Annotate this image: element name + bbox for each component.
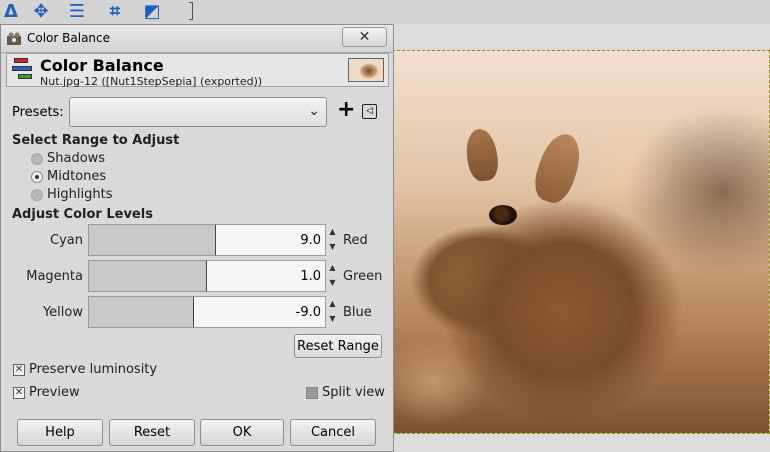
radio-midtones[interactable]: Midtones: [31, 169, 106, 184]
slider-right-label-blue: Blue: [343, 305, 372, 320]
window-title: Color Balance: [27, 31, 111, 45]
radio-indicator: [31, 188, 43, 201]
preview-checkbox[interactable]: ✕ Preview: [13, 385, 80, 400]
image-canvas[interactable]: [392, 50, 770, 434]
color-balance-dialog: Color Balance ✕ Color Balance Nut.jpg-12…: [0, 24, 394, 452]
add-preset-icon[interactable]: +: [337, 99, 355, 122]
close-icon: ✕: [358, 29, 371, 45]
select-range-title: Select Range to Adjust: [12, 133, 180, 148]
path-tool-icon[interactable]: Δ: [0, 0, 22, 22]
image-thumbnail: [348, 58, 384, 82]
slider-left-label-cyan: Cyan: [50, 233, 83, 248]
image-subtitle: Nut.jpg-12 ([Nut1StepSepia] (exported)): [40, 75, 263, 88]
color-balance-icon: [10, 58, 36, 82]
toolbar-separator: [189, 2, 193, 20]
dialog-titlebar[interactable]: Color Balance ✕: [1, 25, 393, 53]
radio-label: Highlights: [47, 187, 113, 202]
yellow-blue-slider[interactable]: -9.0: [88, 296, 326, 328]
cancel-button[interactable]: Cancel: [290, 419, 376, 446]
slider-left-label-magenta: Magenta: [26, 269, 83, 284]
move-tool-icon[interactable]: ✥: [30, 0, 52, 22]
preserve-luminosity-checkbox[interactable]: ✕ Preserve luminosity: [13, 362, 157, 377]
tool-options-toolbar: Δ ✥ ☰ ⌗ ◩: [0, 0, 770, 24]
reset-button[interactable]: Reset: [109, 419, 195, 446]
slider-value: -9.0: [295, 305, 321, 320]
slider-fill: [89, 261, 207, 291]
squirrel-photo: [393, 51, 769, 433]
slider-value: 9.0: [300, 233, 321, 248]
radio-label: Midtones: [47, 169, 107, 184]
slider-fill: [89, 297, 195, 327]
align-tool-icon[interactable]: ☰: [66, 0, 88, 22]
cyan-red-slider[interactable]: 9.0: [88, 224, 326, 256]
reset-range-button[interactable]: Reset Range: [294, 334, 382, 358]
slider-fill: [89, 225, 216, 255]
checkbox-indicator: ✕: [13, 363, 25, 376]
radio-highlights[interactable]: Highlights: [31, 187, 112, 202]
transform-tool-icon[interactable]: ◩: [141, 0, 163, 22]
radio-label: Shadows: [47, 151, 106, 166]
help-button[interactable]: Help: [17, 419, 103, 446]
checkbox-label: Preview: [29, 385, 80, 400]
yellow-blue-spinner[interactable]: ▲ ▼: [327, 296, 338, 328]
presets-dropdown[interactable]: ⌄: [69, 97, 327, 127]
ok-button[interactable]: OK: [200, 419, 284, 446]
gimp-app-icon: [7, 32, 21, 45]
slider-value: 1.0: [300, 269, 321, 284]
magenta-green-slider[interactable]: 1.0: [88, 260, 326, 292]
dialog-header: Color Balance Nut.jpg-12 ([Nut1StepSepia…: [6, 53, 389, 88]
chevron-down-icon: ⌄: [308, 103, 320, 119]
adjust-levels-title: Adjust Color Levels: [12, 207, 153, 222]
squirrel-ear-front: [529, 128, 587, 208]
squirrel-eye: [489, 205, 517, 225]
presets-menu-icon[interactable]: ◁: [362, 104, 377, 119]
squirrel-ear-back: [463, 127, 501, 183]
checkbox-indicator: ✕: [306, 386, 318, 399]
split-view-checkbox[interactable]: ✕ Split view: [306, 385, 385, 400]
slider-right-label-red: Red: [343, 233, 368, 248]
radio-indicator: [31, 152, 43, 165]
checkbox-label: Split view: [322, 385, 385, 400]
crop-tool-icon[interactable]: ⌗: [104, 0, 126, 22]
checkbox-label: Preserve luminosity: [29, 362, 158, 377]
checkbox-indicator: ✕: [13, 386, 25, 399]
close-button[interactable]: ✕: [342, 27, 387, 47]
presets-label: Presets:: [12, 105, 64, 120]
radio-shadows[interactable]: Shadows: [31, 151, 105, 166]
dialog-heading: Color Balance: [40, 56, 164, 75]
slider-left-label-yellow: Yellow: [42, 305, 83, 320]
radio-indicator: [31, 170, 43, 183]
slider-right-label-green: Green: [343, 269, 383, 284]
cyan-red-spinner[interactable]: ▲ ▼: [327, 224, 338, 256]
magenta-green-spinner[interactable]: ▲ ▼: [327, 260, 338, 292]
